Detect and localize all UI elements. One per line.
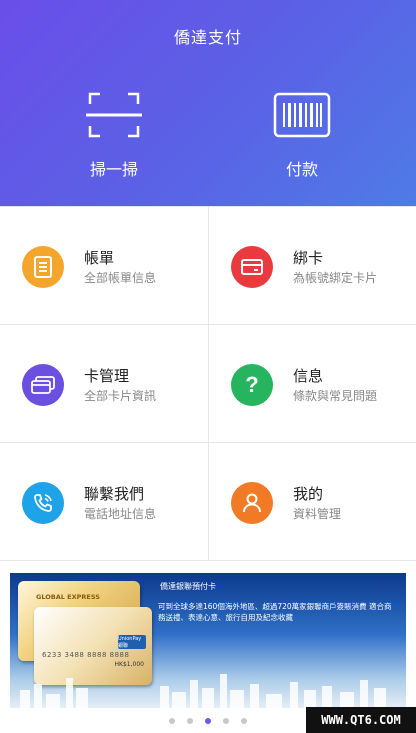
card-icon (231, 246, 273, 288)
barcode-icon (242, 88, 362, 142)
phone-icon (22, 482, 64, 524)
banner-title: 僑達銀聯預付卡 (160, 582, 216, 591)
menu-item-subtitle: 資料管理 (293, 507, 342, 521)
scan-button[interactable]: 掃一掃 (54, 88, 174, 180)
menu-item-title: 聯繫我們 (84, 485, 145, 503)
user-icon (231, 482, 273, 524)
header: 僑達支付 掃一掃 付款 (0, 0, 416, 206)
pay-button[interactable]: 付款 (242, 88, 362, 180)
menu-grid: 帳單 全部帳單信息 綁卡 為帳號綁定卡片 卡管理 全部卡片資訊 ? 信息 條款與… (0, 206, 416, 561)
banner-text: 可到全球多達160個海外地區、超過720萬家銀聯商戶簽賬消費 適合商務送禮、表達… (158, 602, 392, 622)
menu-item-subtitle: 為帳號綁定卡片 (293, 271, 378, 285)
menu-item-title: 帳單 (84, 249, 115, 267)
menu-item-bill[interactable]: 帳單 全部帳單信息 (0, 207, 208, 325)
city-skyline-image (20, 674, 386, 708)
carousel-dot[interactable] (241, 718, 247, 724)
menu-item-title: 信息 (293, 367, 324, 385)
menu-item-card-management[interactable]: 卡管理 全部卡片資訊 (0, 325, 208, 443)
menu-item-contact-us[interactable]: 聯繫我們 電話地址信息 (0, 443, 208, 561)
card-number: 6233 3488 8888 8888 (42, 651, 130, 659)
card-network: UnionPay 銀聯 (118, 635, 146, 649)
promo-banner[interactable]: GLOBAL EXPRESS UnionPay 銀聯 6233 3488 888… (10, 573, 406, 708)
question-icon: ? (231, 364, 273, 406)
carousel-dot[interactable] (223, 718, 229, 724)
pay-label: 付款 (285, 160, 318, 179)
menu-item-info[interactable]: ? 信息 條款與常見問題 (208, 325, 416, 443)
app-title: 僑達支付 (173, 28, 242, 47)
scan-icon (54, 88, 174, 142)
watermark: WWW.QT6.COM (306, 707, 416, 733)
menu-item-subtitle: 全部帳單信息 (84, 271, 157, 285)
bill-icon (22, 246, 64, 288)
menu-item-subtitle: 條款與常見問題 (293, 389, 378, 403)
carousel-dot[interactable] (169, 718, 175, 724)
menu-item-title: 卡管理 (84, 367, 130, 385)
carousel-dot[interactable] (187, 718, 193, 724)
menu-item-profile[interactable]: 我的 資料管理 (208, 443, 416, 561)
menu-item-title: 綁卡 (293, 249, 324, 267)
menu-item-title: 我的 (293, 485, 324, 503)
menu-item-subtitle: 電話地址信息 (84, 507, 157, 521)
cards-icon (22, 364, 64, 406)
carousel-dot-active[interactable] (205, 718, 211, 724)
card-brand: GLOBAL EXPRESS (36, 593, 100, 601)
menu-item-bind-card[interactable]: 綁卡 為帳號綁定卡片 (208, 207, 416, 325)
card-amount: HK$1,000 (114, 661, 144, 668)
scan-label: 掃一掃 (89, 160, 138, 179)
menu-item-subtitle: 全部卡片資訊 (84, 389, 157, 403)
